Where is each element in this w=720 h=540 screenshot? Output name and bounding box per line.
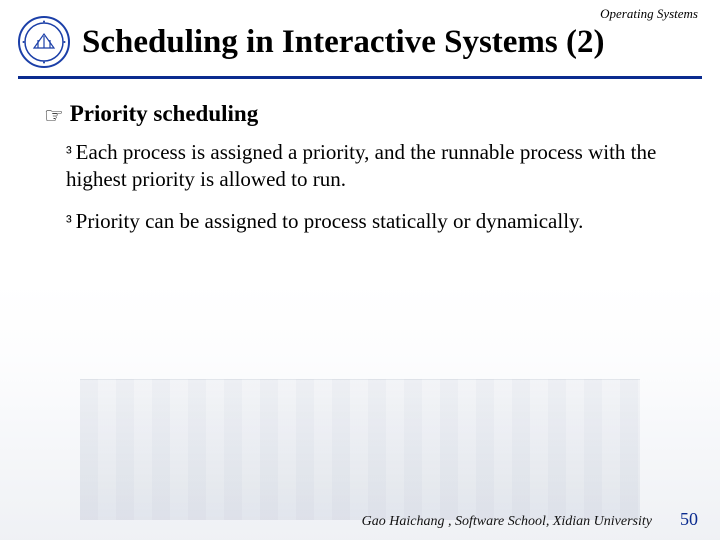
bullet-l2-text: Each process is assigned a priority, and… [66, 140, 656, 191]
page-number: 50 [680, 509, 698, 530]
slide-title: Scheduling in Interactive Systems (2) [82, 24, 605, 60]
bullet-l2: ³Each process is assigned a priority, an… [66, 139, 696, 194]
content: ☞ Priority scheduling ³Each process is a… [18, 101, 702, 235]
course-label: Operating Systems [600, 6, 698, 22]
bullet-l1: ☞ Priority scheduling [44, 101, 696, 127]
bullet-l2: ³Priority can be assigned to process sta… [66, 208, 696, 235]
slide: Operating Systems Scheduling in Interact… [0, 0, 720, 540]
footer-attribution: Gao Haichang , Software School, Xidian U… [362, 514, 652, 530]
university-seal-icon [18, 16, 70, 68]
sub-bullet-icon: ³ [66, 211, 72, 233]
sub-bullet-icon: ³ [66, 142, 72, 164]
footer: Gao Haichang , Software School, Xidian U… [0, 509, 720, 530]
bullet-l1-text: Priority scheduling [70, 101, 258, 127]
pointing-hand-icon: ☞ [44, 105, 64, 127]
bullet-l2-text: Priority can be assigned to process stat… [76, 209, 584, 233]
bullet-l2-group: ³Each process is assigned a priority, an… [44, 139, 696, 235]
